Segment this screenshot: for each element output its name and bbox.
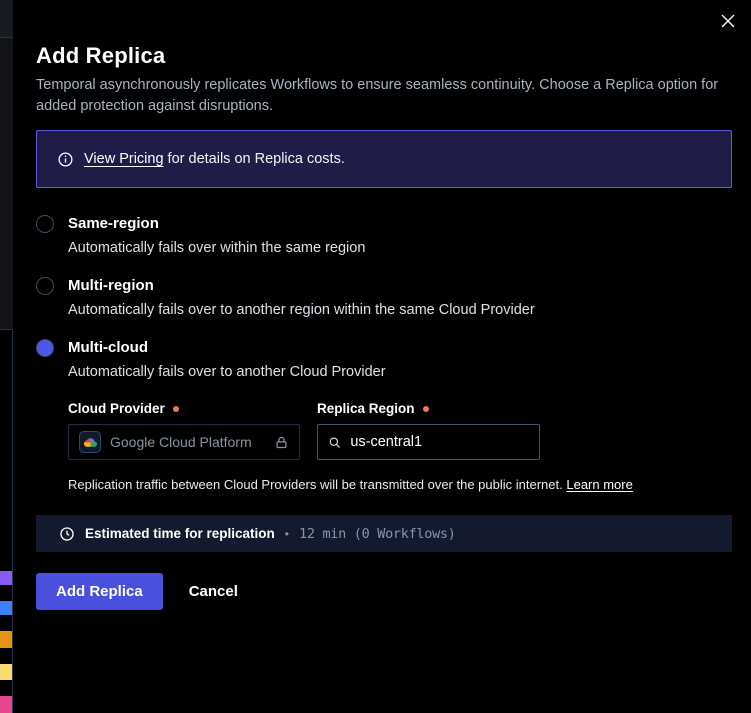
cancel-button[interactable]: Cancel xyxy=(169,573,258,610)
radio-option-same-region[interactable]: Same-region Automatically fails over wit… xyxy=(36,214,732,258)
radio-option-multi-cloud[interactable]: Multi-cloud Automatically fails over to … xyxy=(36,338,732,493)
option-label: Multi-region xyxy=(68,276,535,295)
option-text: Same-region Automatically fails over wit… xyxy=(68,214,365,258)
option-description: Automatically fails over within the same… xyxy=(68,239,365,258)
add-replica-modal: Add Replica Temporal asynchronously repl… xyxy=(13,0,751,713)
lock-icon xyxy=(274,435,289,450)
pricing-banner: View Pricing for details on Replica cost… xyxy=(36,130,732,188)
page-title: Add Replica xyxy=(36,44,732,68)
add-replica-button[interactable]: Add Replica xyxy=(36,573,163,610)
replica-form-row: Cloud Provider xyxy=(68,401,633,460)
estimate-label: Estimated time for replication xyxy=(85,526,275,541)
replica-region-label: Replica Region xyxy=(317,401,540,416)
modal-description: Temporal asynchronously replicates Workf… xyxy=(36,75,732,117)
close-icon[interactable] xyxy=(717,10,739,32)
multi-cloud-section: Multi-cloud Automatically fails over to … xyxy=(68,338,633,493)
modal-actions: Add Replica Cancel xyxy=(36,573,732,610)
option-label: Same-region xyxy=(68,214,365,233)
replica-region-input[interactable] xyxy=(350,434,529,450)
gcp-logo-icon xyxy=(79,431,101,453)
close-x-glyph xyxy=(720,13,736,29)
info-icon xyxy=(57,151,74,168)
option-description: Automatically fails over to another regi… xyxy=(68,301,535,320)
clock-icon xyxy=(59,526,75,542)
option-description: Automatically fails over to another Clou… xyxy=(68,363,633,382)
required-dot xyxy=(423,406,429,412)
cloud-provider-label: Cloud Provider xyxy=(68,401,300,416)
background-stripe-pink xyxy=(0,696,12,713)
note-text: Replication traffic between Cloud Provid… xyxy=(68,477,563,492)
background-header-edge xyxy=(0,0,13,38)
pricing-banner-text: View Pricing for details on Replica cost… xyxy=(84,151,345,167)
replica-region-field-group: Replica Region xyxy=(317,401,540,460)
cloud-provider-value: Google Cloud Platform xyxy=(110,434,265,450)
background-stripe-blue xyxy=(0,601,12,615)
replica-region-label-text: Replica Region xyxy=(317,401,415,416)
search-icon xyxy=(328,435,341,450)
estimate-separator: • xyxy=(285,527,289,541)
background-stripe-purple xyxy=(0,571,12,585)
cloud-provider-label-text: Cloud Provider xyxy=(68,401,165,416)
replica-region-field[interactable] xyxy=(317,424,540,460)
radio-selected-icon[interactable] xyxy=(36,339,54,357)
learn-more-link[interactable]: Learn more xyxy=(566,477,632,492)
pricing-banner-rest: for details on Replica costs. xyxy=(164,151,345,167)
cloud-provider-select[interactable]: Google Cloud Platform xyxy=(68,424,300,460)
radio-option-multi-region[interactable]: Multi-region Automatically fails over to… xyxy=(36,276,732,320)
public-internet-note: Replication traffic between Cloud Provid… xyxy=(68,477,633,493)
option-label: Multi-cloud xyxy=(68,338,633,357)
cloud-provider-field-group: Cloud Provider xyxy=(68,401,300,460)
radio-unselected-icon[interactable] xyxy=(36,277,54,295)
estimate-banner: Estimated time for replication • 12 min … xyxy=(36,515,732,552)
option-text: Multi-region Automatically fails over to… xyxy=(68,276,535,320)
background-stripe-orange xyxy=(0,631,12,648)
background-page-edge xyxy=(0,0,13,713)
background-panel-edge xyxy=(0,38,13,330)
estimate-value: 12 min (0 Workflows) xyxy=(299,526,456,542)
background-stripe-yellow xyxy=(0,664,12,680)
radio-unselected-icon[interactable] xyxy=(36,215,54,233)
view-pricing-link[interactable]: View Pricing xyxy=(84,151,164,167)
required-dot xyxy=(173,406,179,412)
